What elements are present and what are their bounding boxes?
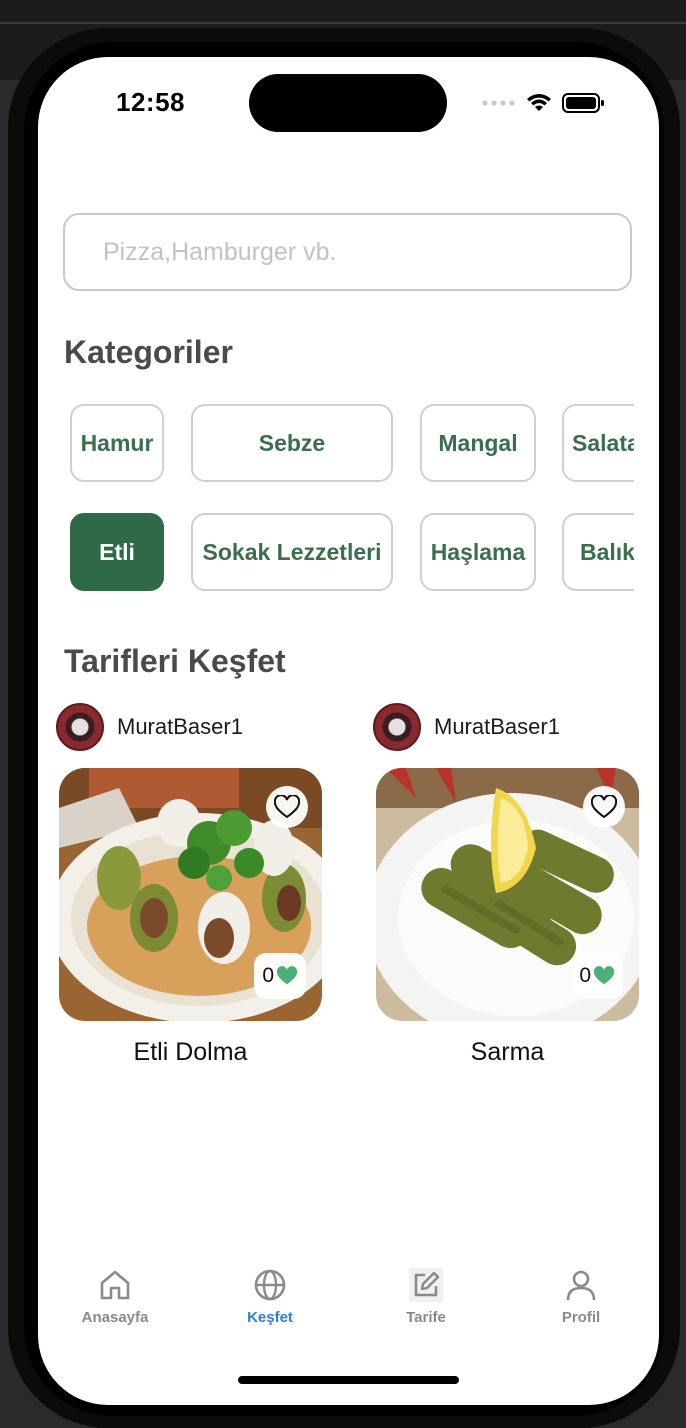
avatar — [56, 703, 104, 751]
categories-heading: Kategoriler — [64, 334, 233, 370]
status-time: 12:58 — [116, 87, 185, 117]
like-count-badge: 0 — [571, 953, 623, 999]
home-icon — [100, 1270, 130, 1300]
category-chip-sokak-lezzetleri[interactable]: Sokak Lezzetleri — [191, 513, 393, 591]
like-count-badge: 0 — [254, 953, 306, 999]
status-icons — [482, 91, 606, 115]
favorite-button[interactable] — [583, 786, 625, 828]
backdrop-strip — [0, 22, 686, 24]
heart-outline-icon — [591, 795, 617, 819]
search-input[interactable] — [101, 237, 605, 268]
recipe-title[interactable]: Etli Dolma — [59, 1038, 322, 1067]
tab-label: Anasayfa — [81, 1309, 149, 1326]
dynamic-island — [249, 74, 447, 132]
recipe-photo[interactable]: 0 — [59, 768, 322, 1021]
tab-tarife[interactable]: Tarife — [366, 1267, 486, 1347]
heart-filled-icon — [593, 966, 615, 985]
edit-icon — [409, 1268, 443, 1302]
tab-anasayfa[interactable]: Anasayfa — [55, 1267, 175, 1347]
battery-icon — [562, 93, 604, 113]
recipe-photo[interactable]: 0 — [376, 768, 639, 1021]
tab-label: Tarife — [406, 1309, 446, 1326]
tab-label: Keşfet — [247, 1309, 293, 1326]
category-chip-sebze[interactable]: Sebze — [191, 404, 393, 482]
signal-dots-icon — [482, 100, 515, 106]
category-chip-salata[interactable]: Salata — [562, 404, 634, 482]
heart-outline-icon — [274, 795, 300, 819]
avatar — [373, 703, 421, 751]
category-chip-hamur[interactable]: Hamur — [70, 404, 164, 482]
recipe-author[interactable]: MuratBaser1 — [56, 703, 243, 751]
tab-kesfet[interactable]: Keşfet — [210, 1267, 330, 1347]
heart-filled-icon — [276, 966, 298, 985]
category-chip-haslama[interactable]: Haşlama — [420, 513, 536, 591]
user-icon — [566, 1270, 596, 1301]
category-chip-etli[interactable]: Etli — [70, 513, 164, 591]
app-screen: 12:58 Kategoriler Hamur Sebze Mangal Sal… — [38, 57, 659, 1405]
discover-heading: Tarifleri Keşfet — [64, 643, 286, 679]
search-box[interactable] — [63, 213, 632, 291]
author-name: MuratBaser1 — [117, 714, 243, 739]
category-chips: Hamur Sebze Mangal Salata Etli Sokak Lez… — [63, 402, 634, 602]
recipe-title[interactable]: Sarma — [376, 1038, 639, 1067]
tab-label: Profil — [561, 1309, 601, 1326]
favorite-button[interactable] — [266, 786, 308, 828]
category-chip-balik[interactable]: Balık — [562, 513, 634, 591]
home-indicator[interactable] — [238, 1376, 459, 1384]
wifi-icon — [527, 94, 551, 111]
tab-profil[interactable]: Profil — [521, 1267, 641, 1347]
category-chip-mangal[interactable]: Mangal — [420, 404, 536, 482]
like-count: 0 — [262, 964, 274, 987]
bottom-tab-bar: Anasayfa Keşfet Tarife Profil — [38, 1267, 659, 1347]
recipe-author[interactable]: MuratBaser1 — [373, 703, 560, 751]
like-count: 0 — [579, 964, 591, 987]
globe-icon — [254, 1269, 286, 1301]
author-name: MuratBaser1 — [434, 714, 560, 739]
